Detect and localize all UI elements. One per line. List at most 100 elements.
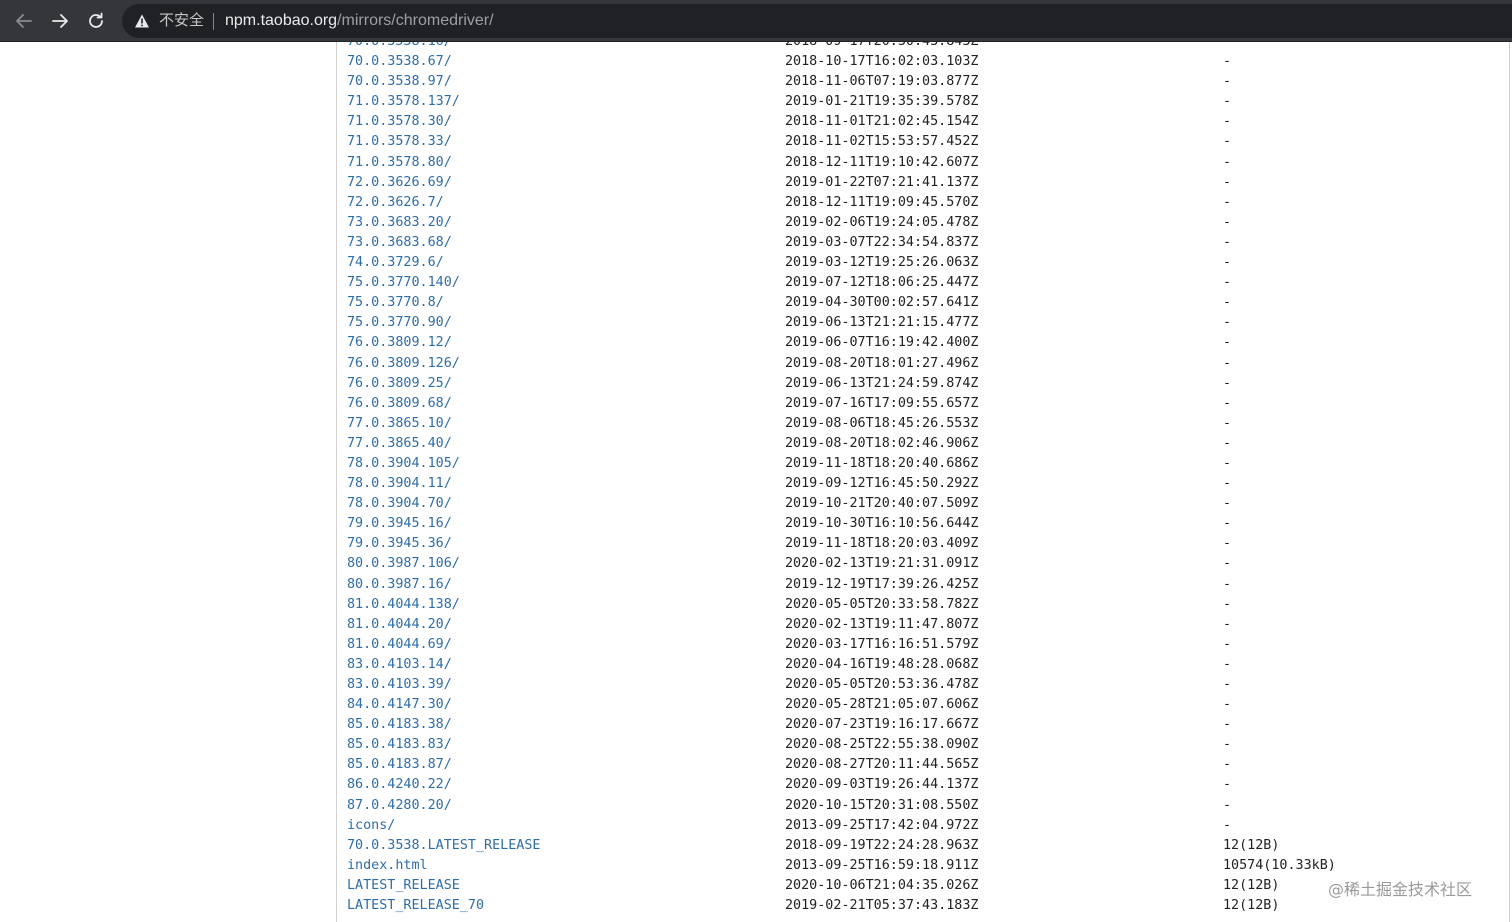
table-row: 77.0.3865.40/2019-08-20T18:02:46.906Z - (347, 434, 1497, 454)
file-link[interactable]: 85.0.4183.38/ (347, 715, 452, 735)
file-link[interactable]: 83.0.4103.14/ (347, 655, 452, 675)
modified-date: 2013-09-25T16:59:18.911Z (785, 857, 979, 873)
modified-date: 2020-05-05T20:53:36.478Z (785, 677, 979, 692)
file-link[interactable]: index.html (347, 856, 428, 876)
file-size: - (1223, 154, 1232, 170)
file-size: - (1223, 496, 1232, 512)
page-content: 70.0.3538.16/2018-09-17T20:30:43.843Z-70… (0, 42, 1512, 922)
file-link[interactable]: 73.0.3683.68/ (347, 233, 452, 253)
table-row: 81.0.4044.20/2020-02-13T19:11:47.807Z - (347, 615, 1497, 635)
table-row: 70.0.3538.97/2018-11-06T07:19:03.877Z - (347, 72, 1497, 92)
file-link[interactable]: 70.0.3538.67/ (347, 52, 452, 72)
file-size: - (1223, 476, 1232, 492)
file-link[interactable]: 71.0.3578.30/ (347, 112, 452, 132)
table-row: 78.0.3904.105/2019-11-18T18:20:40.686Z - (347, 454, 1497, 474)
file-link[interactable]: 73.0.3683.20/ (347, 213, 452, 233)
security-status-label[interactable]: 不安全 (159, 12, 204, 30)
modified-date: 2019-10-30T16:10:56.644Z (785, 516, 979, 532)
file-size: - (1223, 656, 1232, 672)
address-bar[interactable]: 不安全 npm.taobao.org/mirrors/chromedriver/ (122, 4, 1512, 38)
file-link[interactable]: 81.0.4044.138/ (347, 595, 460, 615)
file-link[interactable]: icons/ (347, 816, 395, 836)
table-row: 78.0.3904.70/2019-10-21T20:40:07.509Z - (347, 494, 1497, 514)
file-size: - (1223, 42, 1231, 52)
modified-date: 2018-11-06T07:19:03.877Z (785, 74, 979, 90)
file-link[interactable]: 81.0.4044.69/ (347, 635, 452, 655)
table-row: 73.0.3683.68/2019-03-07T22:34:54.837Z - (347, 233, 1497, 253)
file-link[interactable]: 80.0.3987.16/ (347, 575, 452, 595)
file-link[interactable]: LATEST_RELEASE_70 (347, 896, 484, 916)
modified-date: 2020-09-03T19:26:44.137Z (785, 777, 979, 793)
modified-date: 2020-02-13T19:21:31.091Z (785, 556, 979, 572)
file-size: 10574(10.33kB) (1223, 857, 1336, 873)
url-text[interactable]: npm.taobao.org/mirrors/chromedriver/ (225, 12, 494, 30)
file-link[interactable]: 70.0.3538.16/ (347, 42, 452, 52)
file-size: - (1223, 415, 1232, 431)
file-link[interactable]: 84.0.4147.30/ (347, 695, 452, 715)
table-row: 72.0.3626.7/2018-12-11T19:09:45.570Z - (347, 193, 1497, 213)
modified-date: 2019-11-18T18:20:03.409Z (785, 536, 979, 552)
modified-date: 2020-03-17T16:16:51.579Z (785, 636, 979, 652)
file-size: - (1223, 174, 1232, 190)
file-size: - (1223, 114, 1232, 130)
file-link[interactable]: 79.0.3945.16/ (347, 514, 452, 534)
file-link[interactable]: 80.0.3987.106/ (347, 554, 460, 574)
forward-button[interactable] (47, 8, 73, 34)
file-link[interactable]: 77.0.3865.10/ (347, 414, 452, 434)
file-link[interactable]: 71.0.3578.80/ (347, 153, 452, 173)
file-link[interactable]: 72.0.3626.7/ (347, 193, 444, 213)
reload-button[interactable] (83, 8, 109, 34)
file-size: - (1223, 536, 1232, 552)
table-row: 85.0.4183.38/2020-07-23T19:16:17.667Z - (347, 715, 1497, 735)
table-row: 83.0.4103.39/2020-05-05T20:53:36.478Z - (347, 675, 1497, 695)
back-button[interactable] (11, 8, 37, 34)
table-row: 76.0.3809.126/2019-08-20T18:01:27.496Z - (347, 354, 1497, 374)
file-link[interactable]: 78.0.3904.11/ (347, 474, 452, 494)
file-link[interactable]: 72.0.3626.69/ (347, 173, 452, 193)
file-link[interactable]: 81.0.4044.20/ (347, 615, 452, 635)
file-link[interactable]: 70.0.3538.LATEST_RELEASE (347, 836, 540, 856)
table-row: 70.0.3538.67/2018-10-17T16:02:03.103Z - (347, 52, 1497, 72)
file-link[interactable]: 75.0.3770.140/ (347, 273, 460, 293)
file-size: - (1223, 295, 1232, 311)
file-size: - (1223, 556, 1232, 572)
file-size: - (1223, 54, 1232, 70)
file-link[interactable]: LATEST_RELEASE (347, 876, 460, 896)
file-link[interactable]: 76.0.3809.126/ (347, 354, 460, 374)
omnibox-divider (213, 13, 214, 30)
file-link[interactable]: 86.0.4240.22/ (347, 775, 452, 795)
reload-icon (89, 12, 103, 28)
file-link[interactable]: 75.0.3770.8/ (347, 293, 444, 313)
file-size: - (1223, 194, 1232, 210)
file-link[interactable]: 79.0.3945.36/ (347, 534, 452, 554)
modified-date: 2019-06-13T21:21:15.477Z (785, 315, 979, 331)
table-row: 76.0.3809.25/2019-06-13T21:24:59.874Z - (347, 374, 1497, 394)
file-link[interactable]: 76.0.3809.25/ (347, 374, 452, 394)
file-link[interactable]: 74.0.3729.6/ (347, 253, 444, 273)
table-row: 71.0.3578.30/2018-11-01T21:02:45.154Z - (347, 112, 1497, 132)
file-size: - (1223, 275, 1232, 291)
file-link[interactable]: 78.0.3904.70/ (347, 494, 452, 514)
file-size: - (1223, 777, 1232, 793)
file-link[interactable]: 83.0.4103.39/ (347, 675, 452, 695)
warning-triangle-icon[interactable] (134, 13, 150, 29)
file-link[interactable]: 78.0.3904.105/ (347, 454, 460, 474)
file-link[interactable]: 70.0.3538.97/ (347, 72, 452, 92)
file-link[interactable]: 76.0.3809.68/ (347, 394, 452, 414)
file-link[interactable]: 71.0.3578.137/ (347, 92, 460, 112)
table-row: icons/2013-09-25T17:42:04.972Z - (347, 816, 1497, 836)
file-link[interactable]: 85.0.4183.87/ (347, 755, 452, 775)
modified-date: 2020-10-15T20:31:08.550Z (785, 797, 979, 813)
file-link[interactable]: 76.0.3809.12/ (347, 333, 452, 353)
file-link[interactable]: 85.0.4183.83/ (347, 735, 452, 755)
modified-date: 2019-12-19T17:39:26.425Z (785, 576, 979, 592)
file-size: - (1223, 234, 1232, 250)
file-link[interactable]: 87.0.4280.20/ (347, 796, 452, 816)
file-link[interactable]: 71.0.3578.33/ (347, 132, 452, 152)
file-link[interactable]: 75.0.3770.90/ (347, 313, 452, 333)
file-size: - (1223, 395, 1232, 411)
modified-date: 2020-05-28T21:05:07.606Z (785, 697, 979, 713)
table-row: 77.0.3865.10/2019-08-06T18:45:26.553Z - (347, 414, 1497, 434)
file-link[interactable]: 77.0.3865.40/ (347, 434, 452, 454)
table-row: 80.0.3987.106/2020-02-13T19:21:31.091Z - (347, 554, 1497, 574)
